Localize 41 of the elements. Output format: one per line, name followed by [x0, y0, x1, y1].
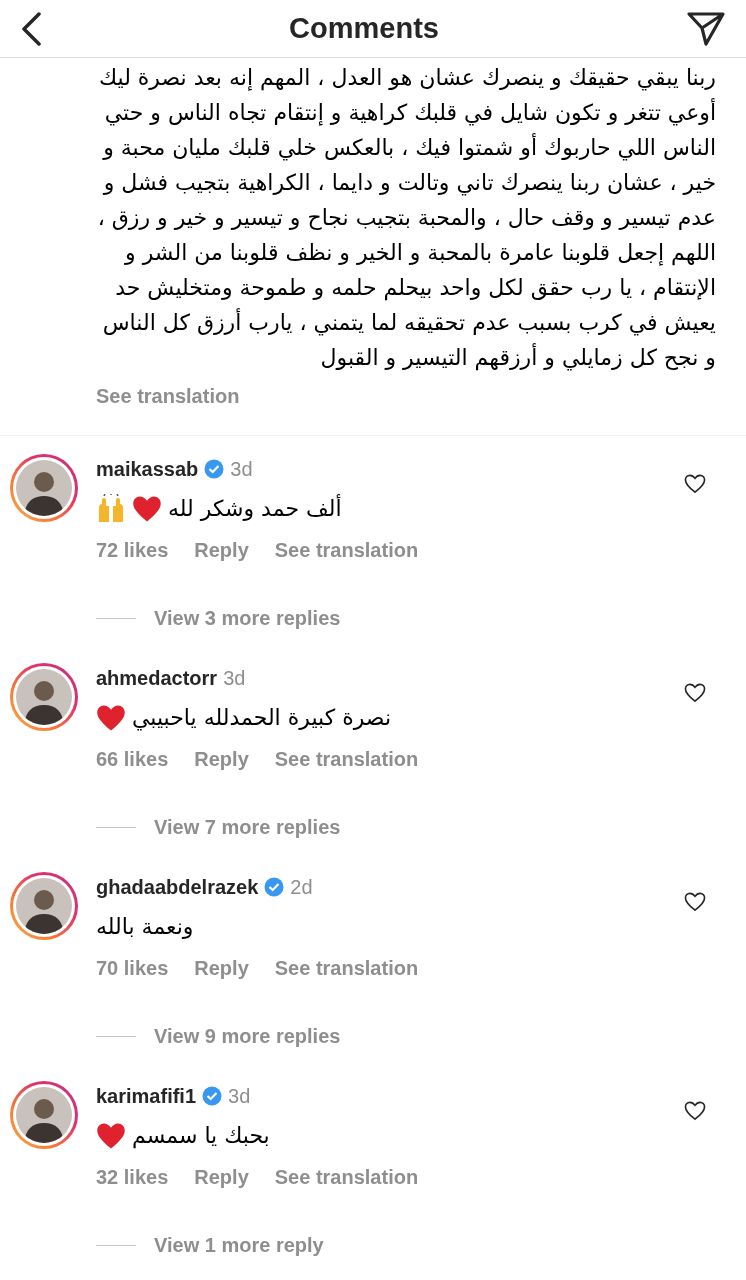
reply-button[interactable]: Reply — [194, 953, 249, 983]
likes-count[interactable]: 72 likes — [96, 535, 169, 565]
see-translation-link[interactable]: See translation — [96, 381, 240, 411]
username[interactable]: maikassab — [96, 454, 199, 484]
comment-text: ونعمة بالله — [96, 913, 194, 941]
comment-time: 2d — [290, 875, 313, 900]
reply-button[interactable]: Reply — [194, 1162, 249, 1192]
see-translation-link[interactable]: See translation — [274, 535, 419, 565]
raised-hands-icon — [96, 493, 126, 524]
see-translation-link[interactable]: See translation — [274, 1162, 419, 1192]
like-icon[interactable] — [684, 474, 706, 494]
likes-count[interactable]: 70 likes — [96, 953, 169, 983]
view-replies-button[interactable]: View 3 more replies — [154, 603, 341, 633]
see-translation-link[interactable]: See translation — [274, 744, 419, 774]
page-title: Comments — [289, 10, 439, 46]
view-replies-button[interactable]: View 1 more reply — [154, 1230, 324, 1260]
likes-count[interactable]: 66 likes — [96, 744, 169, 774]
like-icon[interactable] — [684, 1101, 706, 1121]
heart-icon — [96, 1121, 126, 1150]
back-icon[interactable] — [20, 11, 42, 46]
like-icon[interactable] — [684, 683, 706, 703]
like-icon[interactable] — [684, 892, 706, 912]
comment-text: بحبك يا سمسم — [132, 1122, 270, 1151]
view-replies-button[interactable]: View 7 more replies — [154, 812, 341, 842]
send-icon[interactable] — [686, 10, 726, 47]
comment-time: 3d — [230, 457, 253, 482]
reply-button[interactable]: Reply — [194, 535, 249, 565]
likes-count[interactable]: 32 likes — [96, 1162, 169, 1192]
username[interactable]: ahmedactorr — [96, 663, 218, 693]
heart-icon — [96, 703, 126, 732]
reply-button[interactable]: Reply — [194, 744, 249, 774]
username[interactable]: karimafifi1 — [96, 1081, 197, 1111]
see-translation-link[interactable]: See translation — [274, 953, 419, 983]
heart-icon — [132, 494, 162, 523]
comment-text: ألف حمد وشكر لله — [168, 493, 342, 523]
username[interactable]: ghadaabdelrazek — [96, 872, 259, 902]
comment-time: 3d — [223, 666, 246, 691]
caption-text: ربنا يبقي حقيقك و ينصرك عشان هو العدل ، المهم إنه بعد نصرة ليك أوعي تتغر و تكون شايل في قلبك كراهية و إنتقام تجاه الناس و حتي الناس اللي حاربوك أو شمتوا فيك ، بالعكس خلي قلبك مليان محبة و خير ، عشان ربنا ينصرك تاني وتالت و دايما ، الكراهية بتجيب فشل و عدم تيسير و وقف حال ، والمحبة بتجيب نجاح و تيسير و خير و رزق ، اللهم إجعل قلوبنا عامرة بالمحبة و الخير و نظف قلوبنا من الشر و الإنتقام ، يا رب حقق لكل واحد بيحلم حلمه و طموحة ومتخليش حد يعيش في كرب بسبب عدم تحقيقه لما يتمني ، يارب أرزق كل الناس و نجح كل زمايلي و أرزقهم التيسير و القبول — [96, 64, 716, 373]
comment-time: 3d — [228, 1084, 251, 1109]
comment-text: نصرة كبيرة الحمدلله ياحبيبي — [132, 704, 391, 733]
view-replies-button[interactable]: View 9 more replies — [154, 1021, 341, 1051]
